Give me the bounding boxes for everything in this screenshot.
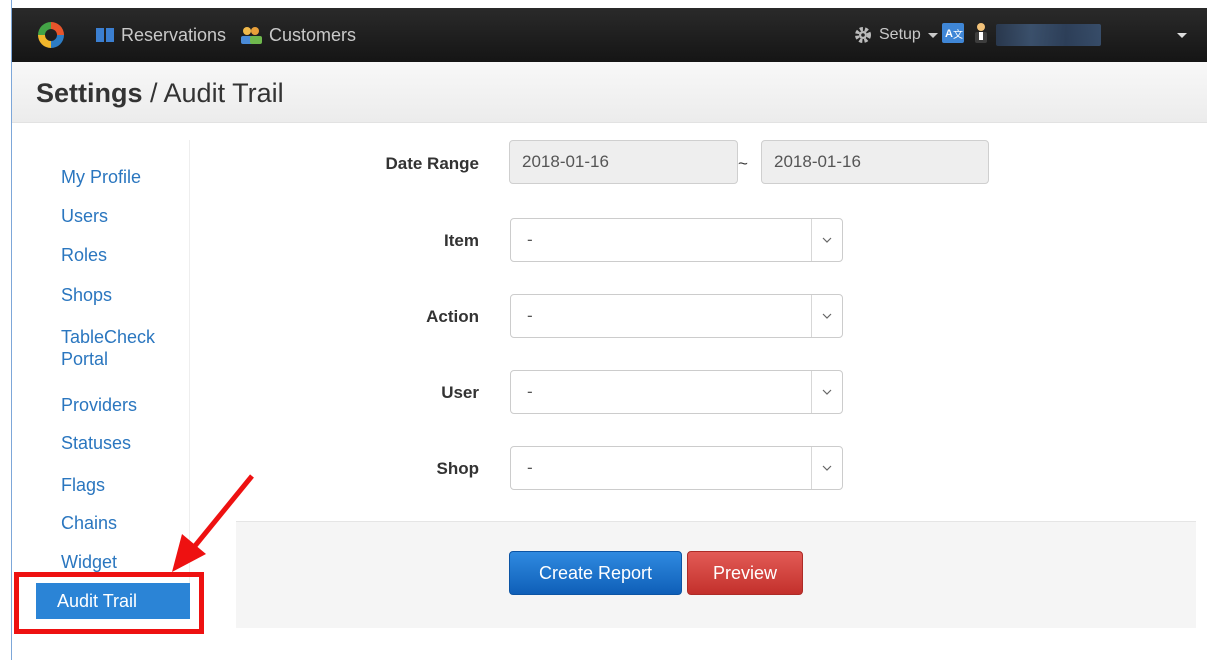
sidebar-item-providers[interactable]: Providers xyxy=(61,394,137,416)
sidebar-item-tablecheck-line2: Portal xyxy=(61,349,109,369)
breadcrumb-separator: / xyxy=(142,78,164,108)
preview-button[interactable]: Preview xyxy=(687,551,803,595)
user-name-redacted xyxy=(996,24,1101,46)
annotation-arrow-icon xyxy=(172,474,254,572)
nav-setup-dropdown[interactable]: Setup xyxy=(854,8,938,62)
shop-select[interactable]: - xyxy=(510,446,843,490)
date-range-label: Date Range xyxy=(385,154,479,173)
create-report-button[interactable]: Create Report xyxy=(509,551,682,595)
user-label: User xyxy=(441,383,479,402)
shop-label: Shop xyxy=(436,459,480,478)
nav-reservations[interactable]: Reservations xyxy=(96,8,226,62)
breadcrumb-page: Audit Trail xyxy=(163,78,284,108)
user-select-value: - xyxy=(527,382,533,401)
user-menu-chevron-icon[interactable] xyxy=(1177,33,1187,38)
chevron-down-icon[interactable] xyxy=(811,219,842,261)
action-label: Action xyxy=(426,307,479,326)
date-range-separator: ~ xyxy=(738,154,748,173)
nav-customers-label: Customers xyxy=(269,24,357,45)
nav-setup-label: Setup xyxy=(879,26,921,43)
page-header: Settings / Audit Trail xyxy=(12,62,1207,123)
date-from-input[interactable]: 2018-01-16 xyxy=(509,140,738,184)
language-switch[interactable]: A文 xyxy=(942,8,964,62)
action-select[interactable]: - xyxy=(510,294,843,338)
sidebar-item-widget[interactable]: Widget xyxy=(61,551,117,573)
user-menu[interactable] xyxy=(974,8,1101,62)
sidebar-item-chains[interactable]: Chains xyxy=(61,512,117,534)
page-title: Settings / Audit Trail xyxy=(36,78,284,109)
breadcrumb-section: Settings xyxy=(36,78,143,108)
users-icon xyxy=(240,26,262,44)
shop-select-value: - xyxy=(527,458,533,477)
svg-text:A: A xyxy=(945,28,953,40)
sidebar-item-tablecheck-portal[interactable]: TableCheck Portal xyxy=(61,326,155,370)
book-icon xyxy=(96,28,114,42)
sidebar-item-roles[interactable]: Roles xyxy=(61,244,107,266)
top-navbar: Reservations Customers Setup A文 xyxy=(12,8,1207,62)
sidebar-item-my-profile[interactable]: My Profile xyxy=(61,166,141,188)
item-label: Item xyxy=(444,231,479,250)
item-select-value: - xyxy=(527,230,533,249)
chevron-down-icon[interactable] xyxy=(811,447,842,489)
item-select[interactable]: - xyxy=(510,218,843,262)
sidebar-item-flags[interactable]: Flags xyxy=(61,474,105,496)
sidebar-item-tablecheck-line1: TableCheck xyxy=(61,327,156,347)
nav-reservations-label: Reservations xyxy=(121,24,227,45)
sidebar-item-users[interactable]: Users xyxy=(61,205,108,227)
chevron-down-icon[interactable] xyxy=(811,295,842,337)
chevron-down-icon xyxy=(927,32,938,38)
sidebar-item-shops[interactable]: Shops xyxy=(61,284,112,306)
app-logo-icon[interactable] xyxy=(37,21,65,49)
svg-text:文: 文 xyxy=(953,28,963,41)
user-avatar-icon xyxy=(974,22,988,49)
sidebar-item-statuses[interactable]: Statuses xyxy=(61,432,131,454)
nav-customers[interactable]: Customers xyxy=(240,8,356,62)
chevron-down-icon[interactable] xyxy=(811,371,842,413)
action-select-value: - xyxy=(527,306,533,325)
translate-icon: A文 xyxy=(942,22,964,48)
annotation-highlight-box xyxy=(14,572,204,634)
gear-icon xyxy=(854,26,872,44)
user-select[interactable]: - xyxy=(510,370,843,414)
date-to-input[interactable]: 2018-01-16 xyxy=(761,140,989,184)
